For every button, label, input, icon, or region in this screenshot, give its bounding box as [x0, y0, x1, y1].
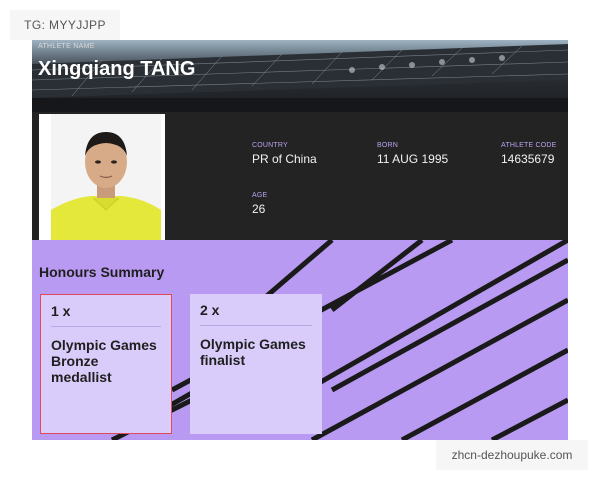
header-banner: ATHLETE NAME Xingqiang TANG: [32, 40, 568, 112]
born-label: BORN: [377, 142, 399, 149]
athlete-code-field: ATHLETE CODE 14635679: [501, 142, 557, 166]
athlete-photo-frame: [39, 114, 165, 240]
honours-section: Honours Summary 1 x Olympic Games Bronze…: [32, 240, 568, 440]
watermark-site: zhcn-dezhoupuke.com: [436, 440, 588, 470]
age-label: AGE: [252, 192, 268, 199]
honour-count: 1 x: [51, 303, 71, 319]
country-field: COUNTRY PR of China: [252, 142, 317, 166]
honour-description: Olympic Games Bronze medallist: [51, 337, 157, 385]
honour-divider: [51, 326, 161, 327]
athlete-name: Xingqiang TANG: [38, 58, 196, 80]
honour-card-bronze[interactable]: 1 x Olympic Games Bronze medallist: [40, 294, 172, 434]
age-field: AGE 26: [252, 192, 267, 216]
athlete-name-label: ATHLETE NAME: [38, 43, 95, 50]
country-label: COUNTRY: [252, 142, 288, 149]
country-value: PR of China: [252, 152, 317, 166]
honour-description: Olympic Games finalist: [200, 336, 306, 368]
athlete-code-label: ATHLETE CODE: [501, 142, 557, 149]
honour-card-finalist[interactable]: 2 x Olympic Games finalist: [190, 294, 322, 434]
honour-count: 2 x: [200, 302, 220, 318]
age-value: 26: [252, 202, 266, 216]
born-field: BORN 11 AUG 1995: [377, 142, 448, 166]
athlete-code-value: 14635679: [501, 152, 555, 166]
athlete-photo: [51, 114, 161, 240]
athlete-profile-card: ATHLETE NAME Xingqiang TANG COUNTRY PR o…: [32, 40, 568, 440]
honours-title: Honours Summary: [39, 264, 165, 280]
born-value: 11 AUG 1995: [377, 152, 449, 166]
athlete-info-band: COUNTRY PR of China BORN 11 AUG 1995 ATH…: [32, 112, 568, 240]
honour-divider: [200, 325, 312, 326]
watermark-tag: TG: MYYJJPP: [10, 10, 120, 40]
